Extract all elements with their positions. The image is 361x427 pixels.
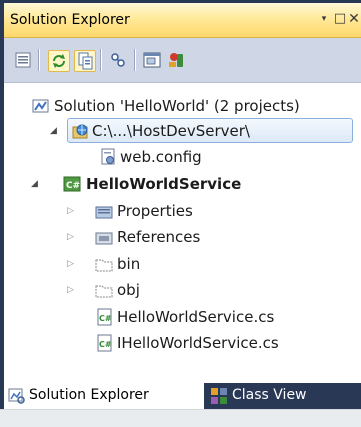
toolbar-separator bbox=[134, 49, 135, 71]
tree-item-label: HelloWorldService.cs bbox=[117, 308, 275, 326]
tree-item-solution[interactable]: Solution 'HelloWorld' (2 projects) bbox=[4, 93, 361, 119]
tree-item-web-config[interactable]: web.config bbox=[4, 144, 361, 170]
show-all-files-icon[interactable] bbox=[74, 50, 96, 72]
tree-item-label: web.config bbox=[120, 148, 202, 166]
tree-item-properties[interactable]: ▷ Properties bbox=[4, 198, 361, 224]
tree-item-label: obj bbox=[117, 281, 140, 299]
bottom-edge bbox=[0, 409, 361, 427]
config-file-icon bbox=[99, 148, 117, 166]
tree-item-ihelloworldservice-cs[interactable]: C# IHelloWorldService.cs bbox=[4, 330, 361, 356]
svg-text:C#: C# bbox=[99, 314, 112, 323]
tab-label: Class View bbox=[232, 387, 307, 403]
toolbar-separator bbox=[100, 49, 101, 71]
expanded-arrow-icon[interactable]: ◢ bbox=[50, 126, 60, 136]
refresh-icon[interactable] bbox=[48, 50, 70, 72]
tab-label: Solution Explorer bbox=[29, 387, 149, 403]
tool-window-tabs: Solution Explorer Class View bbox=[0, 383, 361, 409]
solution-explorer-icon bbox=[8, 387, 26, 405]
csharp-file-icon: C# bbox=[95, 334, 113, 352]
expanded-arrow-icon[interactable]: ◢ bbox=[31, 179, 41, 189]
references-icon bbox=[95, 228, 113, 246]
solution-tree: Solution 'HelloWorld' (2 projects) ◢ C:\… bbox=[4, 83, 361, 373]
csharp-project-icon: C# bbox=[63, 175, 81, 193]
toolbar bbox=[4, 38, 361, 83]
tree-item-label: Properties bbox=[117, 202, 193, 220]
collapsed-arrow-icon[interactable]: ▷ bbox=[67, 206, 77, 216]
tree-item-label: bin bbox=[117, 255, 141, 273]
view-designer-icon[interactable] bbox=[142, 50, 162, 70]
tab-class-view[interactable]: Class View bbox=[206, 383, 361, 409]
tree-item-helloworldservice-cs[interactable]: C# HelloWorldService.cs bbox=[4, 304, 361, 330]
properties-folder-icon bbox=[95, 202, 113, 220]
svg-text:C#: C# bbox=[99, 340, 112, 349]
csharp-file-icon: C# bbox=[95, 308, 113, 326]
class-view-icon bbox=[210, 387, 228, 405]
svg-text:C#: C# bbox=[66, 181, 80, 191]
solution-icon bbox=[32, 97, 50, 115]
tree-item-label: IHelloWorldService.cs bbox=[117, 334, 279, 352]
tree-item-label: HelloWorldService bbox=[86, 175, 242, 193]
collapsed-arrow-icon[interactable]: ▷ bbox=[67, 259, 77, 269]
nest-related-files-icon[interactable] bbox=[108, 50, 128, 70]
website-project-icon bbox=[71, 122, 89, 140]
collapsed-arrow-icon[interactable]: ▷ bbox=[67, 285, 77, 295]
tree-item-label: C:\...\HostDevServer\ bbox=[92, 122, 250, 140]
tree-item-website-project[interactable]: ◢ C:\...\HostDevServer\ bbox=[4, 118, 361, 144]
properties-icon[interactable] bbox=[13, 50, 33, 70]
panel-title-bar[interactable]: Solution Explorer ▾ □ ✕ bbox=[4, 3, 361, 38]
solution-explorer-panel: Solution Explorer ▾ □ ✕ Solution 'HelloW… bbox=[4, 3, 361, 408]
close-button[interactable]: ✕ bbox=[345, 9, 361, 29]
tree-item-obj[interactable]: ▷ obj bbox=[4, 277, 361, 303]
tree-item-bin[interactable]: ▷ bin bbox=[4, 251, 361, 277]
tree-item-helloworldservice-project[interactable]: ◢ C# HelloWorldService bbox=[4, 171, 361, 197]
collapsed-arrow-icon[interactable]: ▷ bbox=[67, 232, 77, 242]
tree-item-label: Solution 'HelloWorld' (2 projects) bbox=[54, 97, 300, 115]
folder-icon bbox=[95, 281, 113, 299]
panel-title: Solution Explorer bbox=[10, 12, 130, 28]
folder-icon bbox=[95, 255, 113, 273]
window-frame: Solution Explorer ▾ □ ✕ Solution 'HelloW… bbox=[0, 0, 361, 427]
tree-item-label: References bbox=[117, 228, 201, 246]
view-class-diagram-icon[interactable] bbox=[166, 50, 186, 70]
tab-solution-explorer[interactable]: Solution Explorer bbox=[4, 383, 204, 409]
tree-item-references[interactable]: ▷ References bbox=[4, 224, 361, 250]
toolbar-separator bbox=[38, 49, 39, 71]
